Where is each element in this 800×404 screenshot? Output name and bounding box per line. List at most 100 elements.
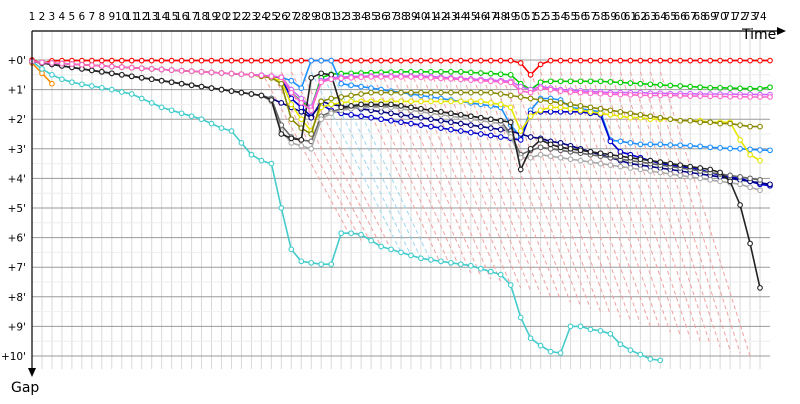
data-point (308, 107, 315, 114)
data-point (208, 85, 215, 91)
data-point (49, 60, 55, 66)
data-point (627, 347, 634, 353)
data-point (497, 271, 504, 278)
data-point (757, 94, 763, 100)
x-tick-label: 8 (98, 11, 105, 23)
data-point (697, 175, 704, 182)
data-point (607, 330, 614, 337)
data-point (637, 92, 644, 99)
data-point (687, 83, 694, 90)
data-point (338, 104, 345, 111)
y-tick-label: +10' (1, 351, 26, 363)
data-point (667, 82, 674, 89)
data-point (637, 141, 644, 148)
data-point (737, 57, 743, 64)
data-point (657, 57, 664, 64)
data-point (457, 57, 464, 64)
data-point (408, 113, 414, 120)
data-point (697, 57, 704, 64)
data-point (557, 57, 564, 64)
data-point (378, 89, 384, 96)
data-point (657, 92, 664, 99)
data-point (128, 91, 135, 97)
data-point (288, 101, 295, 108)
data-point (118, 89, 125, 95)
data-point (378, 74, 384, 80)
data-point (158, 77, 165, 84)
data-point (288, 77, 295, 84)
data-point (278, 57, 285, 64)
data-point (128, 57, 135, 64)
data-point (428, 57, 434, 64)
data-point (647, 92, 654, 99)
data-point (667, 171, 674, 177)
data-point (567, 101, 574, 108)
data-point (268, 73, 275, 80)
data-point (617, 91, 624, 98)
data-point (707, 177, 714, 183)
data-point (677, 92, 684, 99)
data-point (487, 268, 494, 275)
data-point (607, 162, 614, 168)
data-point (378, 243, 384, 250)
data-point (98, 68, 105, 75)
data-point (338, 230, 345, 237)
data-point (288, 135, 295, 142)
data-point (717, 84, 723, 91)
data-point (537, 97, 544, 103)
data-point (587, 90, 594, 97)
data-point (148, 66, 155, 72)
data-point (188, 113, 195, 120)
data-point (138, 95, 145, 102)
data-point (368, 237, 374, 244)
data-point (388, 89, 394, 96)
data-point (328, 261, 335, 268)
data-point (627, 140, 634, 146)
data-point (467, 113, 474, 120)
data-point (198, 68, 205, 75)
data-point (108, 57, 115, 64)
data-point (587, 148, 594, 155)
data-point (158, 66, 165, 73)
data-point (348, 82, 354, 89)
data-point (667, 160, 674, 167)
x-axis-arrow-icon (777, 27, 786, 35)
data-point (687, 163, 694, 170)
x-tick-label: 3 (49, 11, 56, 23)
data-point (527, 89, 534, 96)
data-point (477, 77, 484, 84)
data-point (457, 89, 464, 96)
data-point (348, 57, 354, 64)
data-point (318, 79, 325, 86)
data-point (288, 89, 295, 96)
data-point (477, 123, 484, 130)
chart-canvas: 1 2 3 4 5 6 7 8 9 1011121314151617181920212223242… (1, 11, 786, 396)
data-point (647, 57, 654, 64)
data-point (557, 350, 564, 356)
lap-connector-line (629, 71, 721, 348)
data-point (448, 57, 454, 64)
data-point (268, 97, 275, 103)
data-point (517, 60, 524, 66)
data-point (747, 85, 753, 92)
data-point (627, 80, 634, 86)
data-point (517, 314, 524, 321)
data-point (308, 74, 315, 81)
data-point (607, 57, 614, 64)
data-point (218, 86, 225, 93)
data-point (517, 137, 524, 143)
x-axis-title: Time (741, 27, 776, 43)
data-point (178, 57, 185, 64)
data-point (168, 57, 175, 64)
data-point (627, 110, 634, 117)
data-point (268, 160, 275, 167)
data-point (677, 162, 684, 168)
lap-connector-line (310, 71, 402, 253)
data-point (88, 67, 95, 74)
data-point (178, 80, 185, 87)
data-point (507, 71, 514, 78)
lap-connector-line (280, 71, 372, 244)
data-point (298, 100, 305, 106)
data-point (358, 74, 364, 81)
data-point (707, 93, 714, 100)
